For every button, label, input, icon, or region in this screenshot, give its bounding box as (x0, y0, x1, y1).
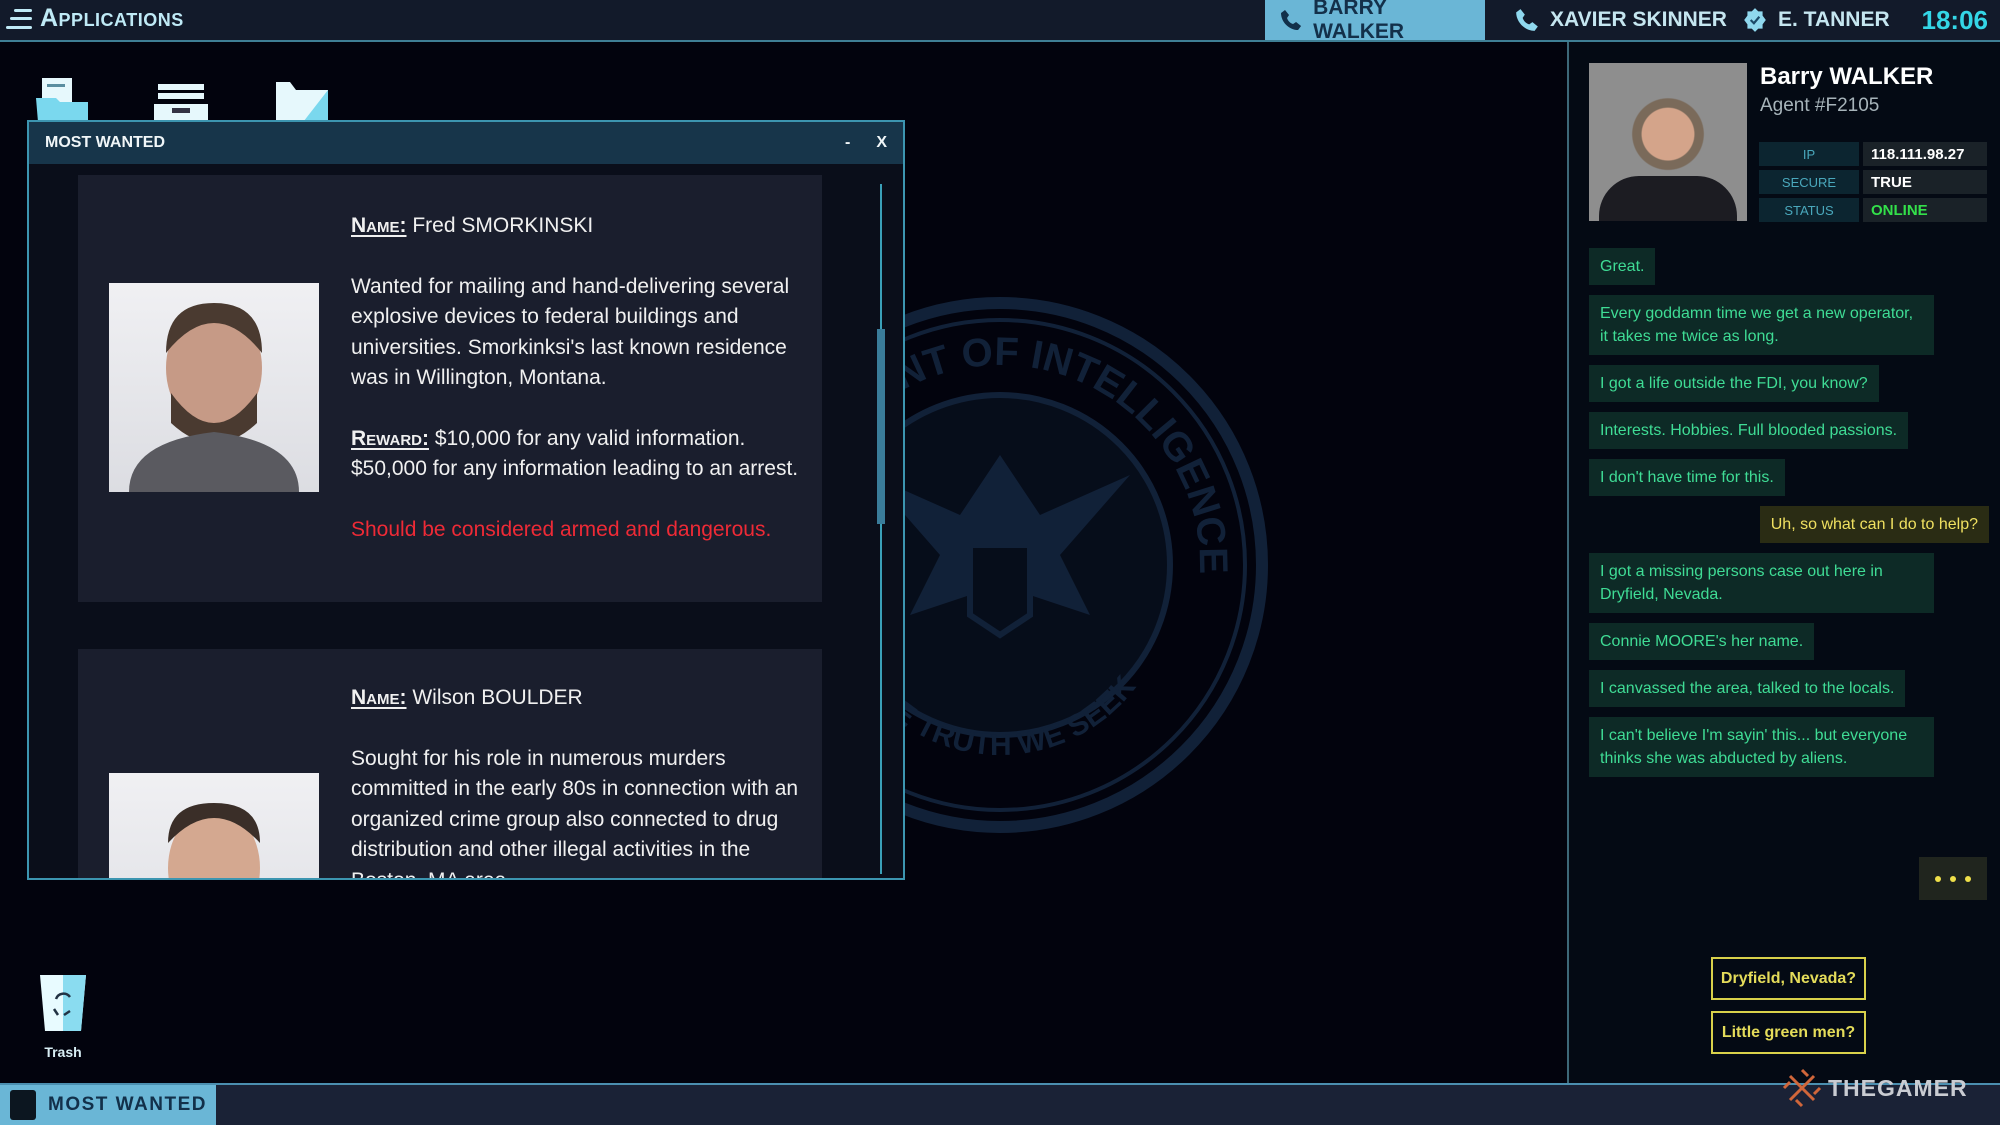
menu-icon (6, 8, 32, 29)
suspect-description: Wanted for mailing and hand-delivering s… (351, 274, 790, 390)
info-key: IP (1759, 142, 1859, 166)
suspect-details: Name: Wilson BOULDER Sought for his role… (351, 683, 801, 878)
watermark-logo-icon (1782, 1068, 1822, 1108)
scrollbar-thumb[interactable] (877, 329, 885, 524)
trash-label: Trash (44, 1044, 82, 1060)
document-icon (10, 1090, 36, 1120)
chat-message-received: I don't have time for this. (1589, 459, 1785, 496)
info-row-ip: IP 118.111.98.27 (1759, 142, 1987, 166)
status-value: ONLINE (1863, 198, 1987, 222)
name-label: Name: (351, 214, 407, 237)
chat-log: Great. Every goddamn time we get a new op… (1589, 248, 1989, 777)
suspect-details: Name: Fred SMORKINSKI Wanted for mailing… (351, 211, 801, 545)
chat-message-received: I got a missing persons case out here in… (1589, 553, 1934, 613)
suspect-name: Fred SMORKINSKI (412, 214, 594, 237)
suspect-description: Sought for his role in numerous murders … (351, 746, 799, 879)
taskbar-item-most-wanted[interactable]: MOST WANTED (0, 1085, 216, 1125)
applications-menu[interactable]: Applications (6, 4, 184, 33)
tab-xavier-skinner[interactable]: XAVIER SKINNER (1500, 0, 1741, 40)
tab-label: XAVIER SKINNER (1550, 8, 1727, 31)
chat-message-received: Every goddamn time we get a new operator… (1589, 295, 1934, 355)
reply-choice-button[interactable]: Dryfield, Nevada? (1711, 957, 1866, 1000)
agent-name: Barry WALKER (1760, 63, 1934, 90)
warning-text: Should be considered armed and dangerous… (351, 517, 772, 541)
chat-message-received: Interests. Hobbies. Full blooded passion… (1589, 412, 1909, 449)
taskbar: MOST WANTED (0, 1083, 2000, 1125)
folder-documents-icon[interactable] (34, 76, 90, 122)
wanted-card: Name: Fred SMORKINSKI Wanted for mailing… (78, 175, 822, 602)
agent-info-table: IP 118.111.98.27 SECURE TRUE STATUS ONLINE (1759, 142, 1987, 226)
close-button[interactable]: X (876, 134, 887, 152)
applications-label: Applications (40, 4, 184, 32)
most-wanted-window: MOST WANTED - X Name: Fred SMORKINSKI Wa… (27, 120, 905, 880)
typing-indicator (1919, 857, 1987, 900)
reward-label: Reward: (351, 426, 429, 450)
info-key: STATUS (1759, 198, 1859, 222)
phone-icon (1281, 9, 1302, 31)
reply-choice-button[interactable]: Little green men? (1711, 1011, 1866, 1054)
verified-badge-icon (1744, 8, 1766, 32)
watermark-text: THEGAMER (1828, 1074, 1968, 1101)
chat-message-received: Connie MOORE's her name. (1589, 623, 1815, 660)
chat-message-sent: Uh, so what can I do to help? (1759, 506, 1989, 543)
watermark: THEGAMER (1782, 1068, 1968, 1108)
info-row-status: STATUS ONLINE (1759, 198, 1987, 222)
chat-message-received: I got a life outside the FDI, you know? (1589, 365, 1879, 402)
chat-message-received: I can't believe I'm sayin' this... but e… (1589, 717, 1934, 777)
agent-photo (1589, 63, 1747, 221)
wanted-card: Name: Wilson BOULDER Sought for his role… (78, 649, 822, 878)
tab-barry-walker[interactable]: BARRY WALKER (1265, 0, 1485, 43)
wanted-list[interactable]: Name: Fred SMORKINSKI Wanted for mailing… (29, 164, 903, 878)
taskbar-item-label: MOST WANTED (48, 1094, 207, 1115)
clock: 18:06 (1921, 5, 1989, 35)
agent-chat-panel: Barry WALKER Agent #F2105 IP 118.111.98.2… (1567, 42, 2000, 1083)
info-value: 118.111.98.27 (1863, 142, 1987, 166)
info-row-secure: SECURE TRUE (1759, 170, 1987, 194)
top-bar: Applications BARRY WALKER XAVIER SKINNER… (0, 0, 2000, 43)
scrollbar-track[interactable] (880, 184, 882, 874)
window-title: MOST WANTED (45, 134, 165, 151)
info-key: SECURE (1759, 170, 1859, 194)
suspect-photo (109, 773, 319, 878)
agent-id: Agent #F2105 (1760, 95, 1880, 116)
tab-label: E. TANNER (1778, 8, 1890, 31)
trash-desktop-icon[interactable]: Trash (38, 975, 88, 1060)
chat-message-received: I canvassed the area, talked to the loca… (1589, 670, 1906, 707)
chat-message-received: Great. (1589, 248, 1656, 285)
phone-icon (1516, 9, 1538, 31)
tab-e-tanner[interactable]: E. TANNER (1728, 0, 1904, 40)
tab-label: BARRY WALKER (1313, 0, 1405, 43)
name-label: Name: (351, 686, 407, 709)
window-title-bar[interactable]: MOST WANTED - X (29, 122, 903, 164)
recycle-bin-icon (40, 975, 86, 1031)
info-value: TRUE (1863, 170, 1987, 194)
minimize-button[interactable]: - (845, 134, 850, 152)
suspect-photo (109, 283, 319, 492)
suspect-name: Wilson BOULDER (412, 686, 583, 709)
